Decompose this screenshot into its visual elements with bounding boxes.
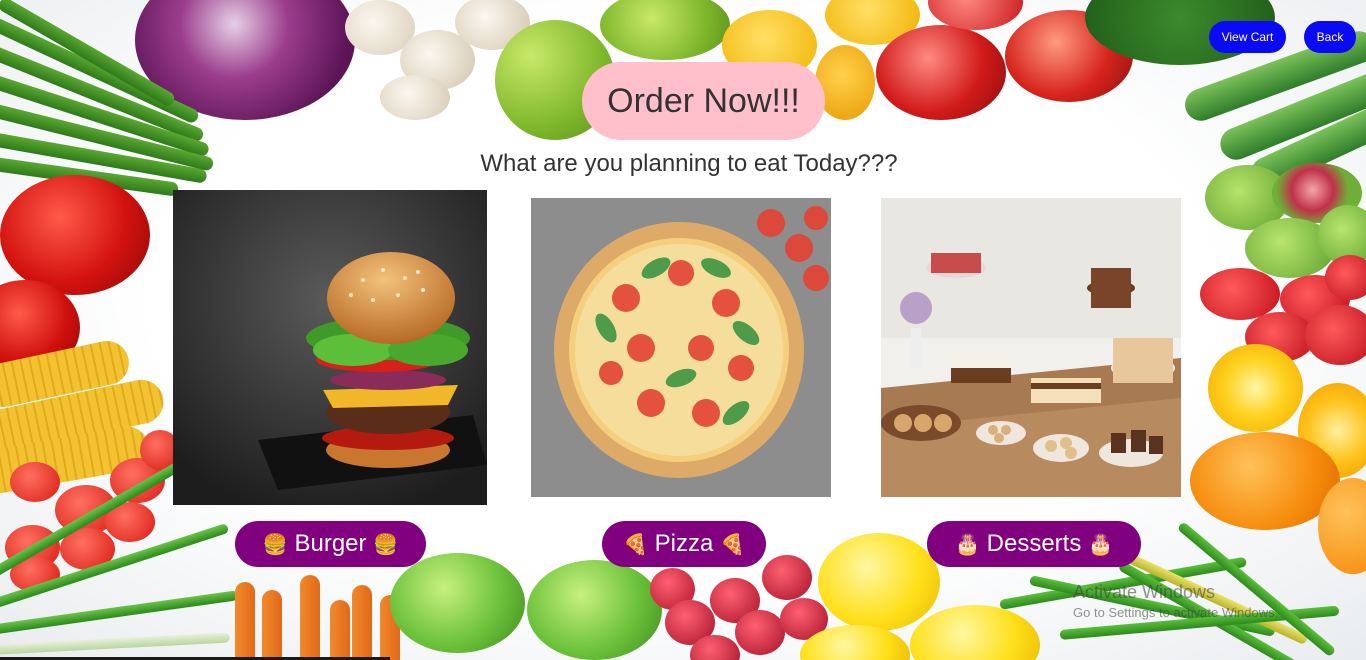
desserts-button[interactable]: 🎂 Desserts 🎂 <box>927 521 1141 567</box>
back-button[interactable]: Back <box>1304 21 1356 53</box>
pizza-label: Pizza <box>654 530 714 557</box>
burger-label: Burger <box>294 530 367 557</box>
pizza-image[interactable] <box>531 198 831 497</box>
pizza-button[interactable]: 🍕 Pizza 🍕 <box>602 521 766 567</box>
page-subtitle: What are you planning to eat Today??? <box>480 150 898 177</box>
burger-icon: 🍔 <box>373 534 399 556</box>
page-title: Order Now!!! <box>582 62 825 140</box>
burger-button[interactable]: 🍔 Burger 🍔 <box>235 521 426 567</box>
watermark-title: Activate Windows <box>1073 582 1216 602</box>
cake-icon: 🎂 <box>955 534 980 556</box>
pizza-icon: 🍕 <box>623 534 648 556</box>
burger-icon: 🍔 <box>262 534 288 556</box>
desserts-label: Desserts <box>986 530 1082 557</box>
burger-image[interactable] <box>173 190 487 505</box>
view-cart-button[interactable]: View Cart <box>1209 21 1286 53</box>
cake-icon: 🎂 <box>1088 534 1113 556</box>
activate-windows-watermark: Activate Windows Go to Settings to activ… <box>1073 582 1278 620</box>
pizza-icon: 🍕 <box>720 534 745 556</box>
desserts-image[interactable] <box>881 198 1181 497</box>
watermark-subtitle: Go to Settings to activate Windows. <box>1073 605 1279 620</box>
